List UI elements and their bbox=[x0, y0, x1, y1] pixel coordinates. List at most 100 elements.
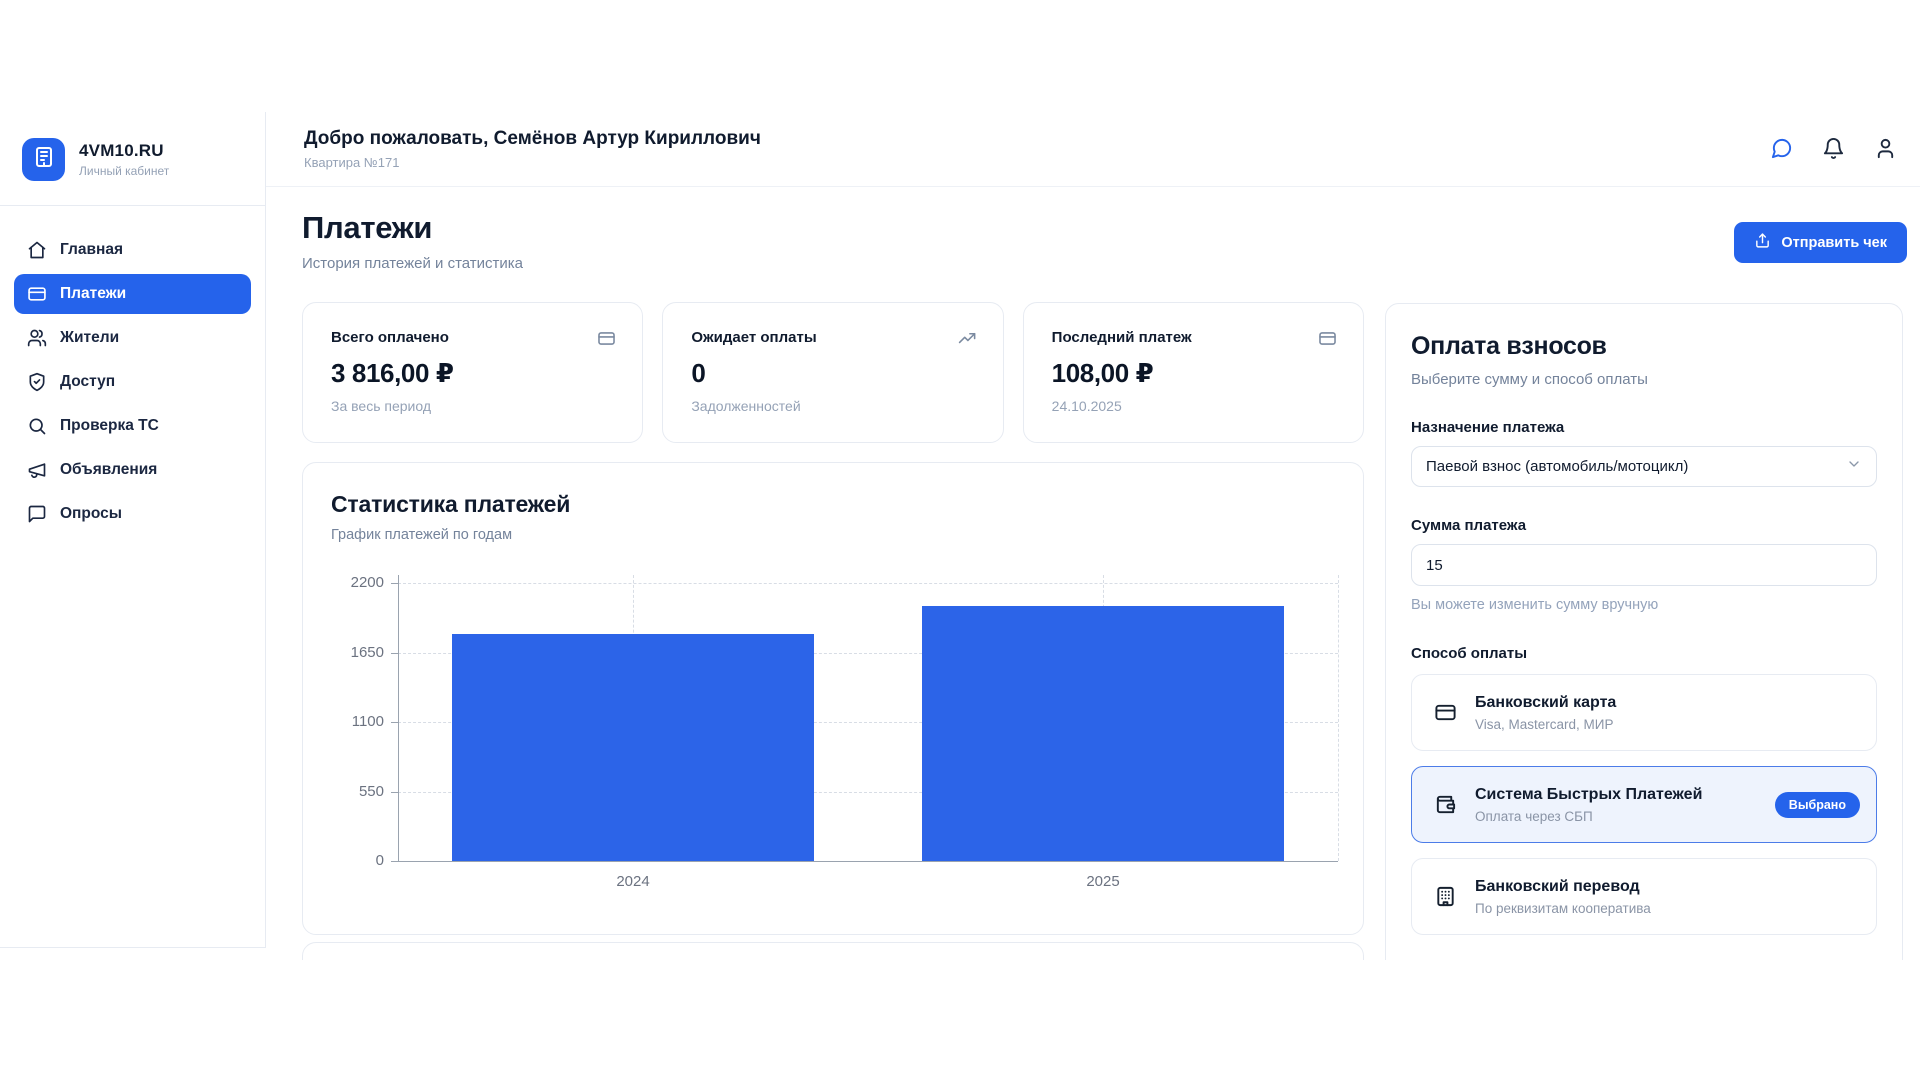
y-tickmark bbox=[391, 861, 398, 862]
topbar: Добро пожаловать, Семёнов Артур Кириллов… bbox=[266, 112, 1920, 187]
payments-chart-card: Статистика платежей График платежей по г… bbox=[302, 462, 1364, 935]
users-icon bbox=[27, 328, 47, 348]
chevron-down-icon bbox=[1846, 456, 1862, 477]
sidebar-item-access[interactable]: Доступ bbox=[14, 362, 251, 402]
stat-card-last-payment: Последний платеж 108,00 ₽ 24.10.2025 bbox=[1022, 302, 1364, 443]
search-icon bbox=[27, 416, 47, 436]
home-icon bbox=[27, 240, 47, 260]
stat-label: Всего оплачено bbox=[331, 329, 449, 346]
sidebar-item-announcements[interactable]: Объявления bbox=[14, 450, 251, 490]
payment-method-title: Банковский перевод bbox=[1475, 877, 1640, 895]
y-tick-label: 0 bbox=[375, 852, 384, 869]
sidebar-item-label: Главная bbox=[60, 241, 124, 258]
megaphone-icon bbox=[27, 460, 47, 480]
bar-chart: 0 550 1100 1650 2200 2024 2025 bbox=[303, 463, 1363, 934]
sidebar: 4VM10.RU Личный кабинет Главная Платежи Жи… bbox=[0, 112, 266, 948]
purpose-select[interactable]: Паевой взнос (автомобиль/мотоцикл) bbox=[1411, 446, 1877, 487]
payment-method-subtitle: Оплата через СБП bbox=[1475, 808, 1593, 824]
bank-icon bbox=[1434, 885, 1457, 908]
h-gridline bbox=[398, 583, 1338, 584]
building-icon bbox=[32, 145, 56, 174]
sidebar-item-label: Объявления bbox=[60, 461, 158, 478]
shield-check-icon bbox=[27, 372, 47, 392]
sidebar-item-label: Доступ bbox=[60, 373, 116, 390]
brand-logo bbox=[22, 138, 65, 181]
send-receipt-label: Отправить чек bbox=[1781, 234, 1887, 251]
payment-method-text: Банковский карта Visa, Mastercard, МИР bbox=[1475, 694, 1616, 732]
payment-method-title: Банковский карта bbox=[1475, 693, 1617, 711]
page-head: Платежи История платежей и статистика От… bbox=[302, 210, 1907, 272]
sidebar-item-home[interactable]: Главная bbox=[14, 230, 251, 270]
upload-icon bbox=[1754, 232, 1771, 253]
sidebar-item-residents[interactable]: Жители bbox=[14, 318, 251, 358]
payment-method-card[interactable]: Банковский карта Visa, Mastercard, МИР bbox=[1411, 674, 1877, 751]
payment-method-text: Система Быстрых Платежей Оплата через СБП bbox=[1475, 786, 1702, 824]
x-axis-line bbox=[398, 861, 1338, 862]
sidebar-item-surveys[interactable]: Опросы bbox=[14, 494, 251, 534]
sidebar-item-payments[interactable]: Платежи bbox=[14, 274, 251, 314]
bell-icon bbox=[1822, 137, 1845, 161]
bar-2025 bbox=[922, 606, 1284, 861]
stat-card-total-paid: Всего оплачено 3 816,00 ₽ За весь период bbox=[302, 302, 644, 443]
amount-input[interactable] bbox=[1411, 544, 1877, 586]
welcome-title: Добро пожаловать, Семёнов Артур Кириллов… bbox=[304, 128, 761, 149]
stat-label: Ожидает оплаты bbox=[691, 329, 817, 346]
welcome-block: Добро пожаловать, Семёнов Артур Кириллов… bbox=[304, 128, 761, 170]
v-gridline-right bbox=[1338, 575, 1339, 861]
sidebar-item-label: Проверка ТС bbox=[60, 417, 159, 434]
topbar-profile-button[interactable] bbox=[1874, 137, 1898, 161]
y-tick-label: 550 bbox=[358, 782, 384, 800]
payment-methods: Банковский карта Visa, Mastercard, МИР Сис… bbox=[1411, 674, 1877, 935]
stat-note: 24.10.2025 bbox=[1051, 398, 1122, 414]
y-tick-label: 1100 bbox=[351, 713, 384, 730]
y-tickmark bbox=[391, 583, 398, 584]
amount-note: Вы можете изменить сумму вручную bbox=[1411, 597, 1659, 613]
stat-value: 108,00 ₽ bbox=[1051, 358, 1154, 388]
payment-panel-title: Оплата взносов bbox=[1411, 332, 1607, 360]
screen: 4VM10.RU Личный кабинет Главная Платежи Жи… bbox=[0, 0, 1920, 1080]
app-frame: 4VM10.RU Личный кабинет Главная Платежи Жи… bbox=[0, 112, 1920, 960]
stat-note: Задолженностей bbox=[691, 398, 801, 414]
method-label: Способ оплаты bbox=[1411, 645, 1528, 662]
user-icon bbox=[1874, 137, 1897, 161]
stat-value: 3 816,00 ₽ bbox=[331, 358, 454, 388]
send-receipt-button[interactable]: Отправить чек bbox=[1734, 222, 1907, 263]
wallet-icon bbox=[1434, 793, 1457, 816]
y-tick-label: 1650 bbox=[350, 643, 384, 661]
payment-method-transfer[interactable]: Банковский перевод По реквизитам кооперат… bbox=[1411, 858, 1877, 935]
payment-method-sbp[interactable]: Система Быстрых Платежей Оплата через СБП… bbox=[1411, 766, 1877, 843]
x-tick-label: 2024 bbox=[616, 873, 650, 890]
trend-up-icon bbox=[958, 329, 977, 353]
stat-card-pending: Ожидает оплаты 0 Задолженностей bbox=[662, 302, 1004, 443]
y-axis-line bbox=[398, 575, 399, 861]
y-tickmark bbox=[391, 722, 398, 723]
stat-label: Последний платеж bbox=[1051, 329, 1192, 346]
payment-method-subtitle: По реквизитам кооператива bbox=[1475, 900, 1651, 916]
payment-method-text: Банковский перевод По реквизитам кооперат… bbox=[1475, 878, 1651, 916]
y-tickmark bbox=[391, 791, 398, 793]
credit-card-icon bbox=[27, 284, 47, 304]
apartment-number: Квартира №171 bbox=[304, 155, 400, 170]
payment-method-subtitle: Visa, Mastercard, МИР bbox=[1475, 716, 1614, 732]
stats-row: Всего оплачено 3 816,00 ₽ За весь период Ож… bbox=[302, 302, 1364, 443]
amount-label: Сумма платежа bbox=[1411, 517, 1527, 534]
message-square-icon bbox=[27, 504, 47, 524]
page-title: Платежи bbox=[302, 210, 433, 245]
page-subtitle: История платежей и статистика bbox=[302, 255, 524, 272]
topbar-icons bbox=[1770, 137, 1898, 161]
credit-card-icon bbox=[1434, 701, 1457, 724]
topbar-messages-button[interactable] bbox=[1770, 137, 1794, 161]
sidebar-item-label: Платежи bbox=[60, 285, 127, 302]
selected-badge: Выбрано bbox=[1774, 791, 1860, 818]
next-section-card-peek bbox=[302, 942, 1364, 960]
topbar-notifications-button[interactable] bbox=[1822, 137, 1846, 161]
sidebar-item-vehicle-check[interactable]: Проверка ТС bbox=[14, 406, 251, 446]
sidebar-nav: Главная Платежи Жители Доступ Проверка ТС Объ… bbox=[0, 206, 265, 534]
brand-subtitle: Личный кабинет bbox=[79, 164, 170, 178]
bar-2024 bbox=[452, 633, 814, 861]
sidebar-item-label: Жители bbox=[60, 329, 120, 346]
credit-card-icon bbox=[597, 329, 616, 353]
chat-bubble-icon bbox=[1770, 137, 1793, 161]
y-tick-label: 2200 bbox=[350, 574, 384, 591]
purpose-label: Назначение платежа bbox=[1411, 419, 1565, 436]
